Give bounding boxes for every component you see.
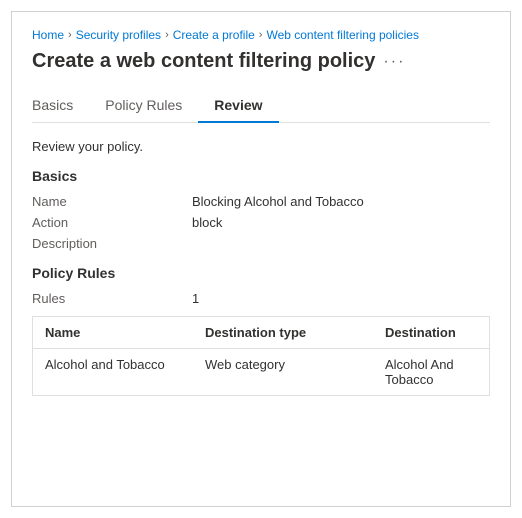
field-description: Description xyxy=(32,236,490,251)
breadcrumb-web-content[interactable]: Web content filtering policies xyxy=(266,28,419,42)
breadcrumb-create-profile[interactable]: Create a profile xyxy=(173,28,255,42)
tab-review[interactable]: Review xyxy=(198,89,278,123)
rules-table: Name Destination type Destination Alcoho… xyxy=(32,316,490,396)
table-row: Alcohol and Tobacco Web category Alcohol… xyxy=(33,349,489,395)
field-action: Action block xyxy=(32,215,490,230)
field-description-label: Description xyxy=(32,236,192,251)
page-title: Create a web content filtering policy xyxy=(32,50,375,73)
breadcrumb-home[interactable]: Home xyxy=(32,28,64,42)
col-header-destination: Destination xyxy=(385,325,477,340)
page-wrapper: Home › Security profiles › Create a prof… xyxy=(11,11,511,507)
table-header: Name Destination type Destination xyxy=(33,317,489,349)
breadcrumb-security-profiles[interactable]: Security profiles xyxy=(76,28,161,42)
field-name: Name Blocking Alcohol and Tobacco xyxy=(32,194,490,209)
breadcrumb-sep-1: › xyxy=(68,29,72,41)
breadcrumb-sep-2: › xyxy=(165,29,169,41)
tab-basics[interactable]: Basics xyxy=(32,89,89,123)
rules-label: Rules xyxy=(32,291,192,306)
col-header-destination-type: Destination type xyxy=(205,325,385,340)
field-action-label: Action xyxy=(32,215,192,230)
field-name-label: Name xyxy=(32,194,192,209)
more-options-button[interactable]: ··· xyxy=(383,53,405,71)
basics-section-title: Basics xyxy=(32,168,490,184)
tab-policy-rules[interactable]: Policy Rules xyxy=(89,89,198,123)
tab-bar: Basics Policy Rules Review xyxy=(32,89,490,123)
page-header: Create a web content filtering policy ··… xyxy=(32,50,490,73)
review-intro: Review your policy. xyxy=(32,139,490,154)
row-destination-type: Web category xyxy=(205,357,385,387)
col-header-name: Name xyxy=(45,325,205,340)
rules-row: Rules 1 xyxy=(32,291,490,306)
row-destination: Alcohol And Tobacco xyxy=(385,357,477,387)
policy-rules-section-title: Policy Rules xyxy=(32,265,490,281)
row-name: Alcohol and Tobacco xyxy=(45,357,205,387)
breadcrumb-sep-3: › xyxy=(259,29,263,41)
breadcrumb: Home › Security profiles › Create a prof… xyxy=(32,28,490,42)
field-action-value: block xyxy=(192,215,490,230)
rules-count: 1 xyxy=(192,291,199,306)
review-content: Review your policy. Basics Name Blocking… xyxy=(32,139,490,396)
field-name-value: Blocking Alcohol and Tobacco xyxy=(192,194,490,209)
